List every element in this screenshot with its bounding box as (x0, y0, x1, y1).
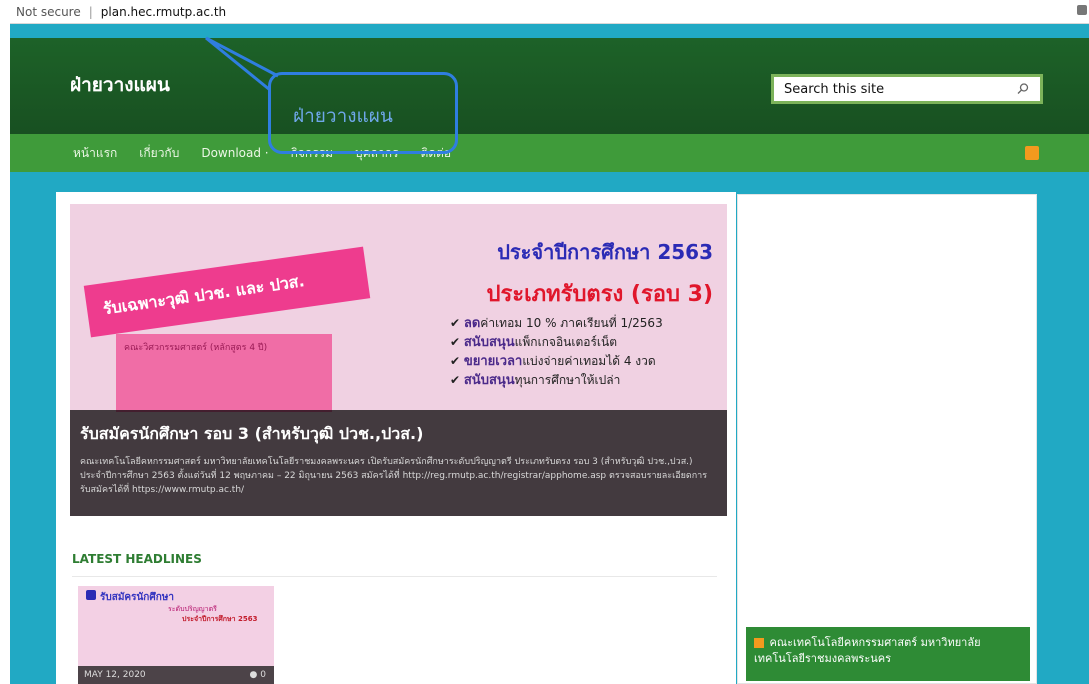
slider-headline-year: ประจำปีการศึกษา 2563 (497, 240, 713, 264)
main-content: รับเฉพาะวุฒิ ปวช. และ ปวส. คณะวิศวกรรมศา… (56, 192, 736, 684)
thumb-year: ประจำปีการศึกษา 2563 (182, 615, 258, 623)
search-placeholder: Search this site (784, 81, 885, 97)
browser-corner-icon (1077, 5, 1087, 15)
slider-headline-main: ประเภทรับตรง (รอบ 3) (486, 282, 713, 307)
address-separator: | (88, 4, 93, 19)
post-date: MAY 12, 2020 (84, 670, 146, 680)
address-bar[interactable]: Not secure | plan.hec.rmutp.ac.th (10, 0, 1089, 24)
security-indicator[interactable]: Not secure (16, 5, 81, 19)
search-icon[interactable] (1016, 82, 1030, 96)
main-nav: หน้าแรก เกี่ยวกับ Download · กิจกรรม บุค… (10, 134, 1089, 172)
latest-headline-card[interactable]: รับสมัครนักศึกษา ระดับปริญญาตรี ประจำปีก… (78, 586, 274, 684)
slider-bullet: ✔ ลดค่าเทอม 10 % ภาคเรียนที่ 1/2563 (450, 316, 663, 331)
comment-count[interactable]: ● 0 (250, 670, 266, 680)
slider-bullet: ✔ สนับสนุนทุนการศึกษาให้เปล่า (450, 373, 621, 388)
annotation-text: ฝ่ายวางแผน (293, 105, 393, 127)
featured-slider[interactable]: รับเฉพาะวุฒิ ปวช. และ ปวส. คณะวิศวกรรมศา… (70, 204, 727, 516)
slider-bullet: ✔ ขยายเวลาแบ่งจ่ายค่าเทอมได้ 4 งวด (450, 354, 656, 369)
thumb-meta: MAY 12, 2020 ● 0 (78, 666, 274, 684)
url-text[interactable]: plan.hec.rmutp.ac.th (101, 5, 226, 19)
latest-headlines-heading: LATEST HEADLINES (72, 552, 202, 566)
divider (72, 576, 717, 577)
nav-item-about[interactable]: เกี่ยวกับ (139, 144, 179, 163)
sidebar-rss-widget[interactable]: คณะเทคโนโลยีคหกรรมศาสตร์ มหาวิทยาลัยเทคโ… (746, 627, 1030, 681)
sidebar: คณะเทคโนโลยีคหกรรมศาสตร์ มหาวิทยาลัยเทคโ… (737, 194, 1037, 684)
page-frame: ฝ่ายวางแผน Search this site หน้าแรก เกี่… (10, 24, 1089, 684)
annotation-callout: ฝ่ายวางแผน (268, 72, 458, 154)
site-header: ฝ่ายวางแผน Search this site (10, 38, 1089, 134)
search-input[interactable]: Search this site (771, 74, 1043, 104)
slider-caption: รับสมัครนักศึกษา รอบ 3 (สำหรับวุฒิ ปวช.,… (70, 410, 727, 516)
nav-item-download[interactable]: Download · (201, 146, 268, 160)
slider-program: คณะวิศวกรรมศาสตร์ (หลักสูตร 4 ปี) (116, 334, 332, 412)
slider-bullet: ✔ สนับสนุนแพ็กเกจอินเตอร์เน็ต (450, 335, 618, 350)
thumb-title: รับสมัครนักศึกษา (100, 592, 174, 603)
slider-caption-text: คณะเทคโนโลยีคหกรรมศาสตร์ มหาวิทยาลัยเทคโ… (80, 457, 708, 495)
rss-icon[interactable] (1025, 146, 1039, 160)
rss-feed-icon (754, 638, 764, 648)
university-logo-icon (86, 590, 96, 600)
left-margin (0, 24, 10, 684)
slider-ribbon: รับเฉพาะวุฒิ ปวช. และ ปวส. (83, 246, 371, 338)
slider-bullets: ✔ ลดค่าเทอม 10 % ภาคเรียนที่ 1/2563 ✔ สน… (450, 314, 720, 390)
slider-caption-title[interactable]: รับสมัครนักศึกษา รอบ 3 (สำหรับวุฒิ ปวช.,… (80, 422, 717, 447)
nav-item-home[interactable]: หน้าแรก (73, 144, 117, 163)
sidebar-rss-title[interactable]: คณะเทคโนโลยีคหกรรมศาสตร์ มหาวิทยาลัยเทคโ… (754, 636, 981, 665)
site-title[interactable]: ฝ่ายวางแผน (70, 70, 170, 100)
